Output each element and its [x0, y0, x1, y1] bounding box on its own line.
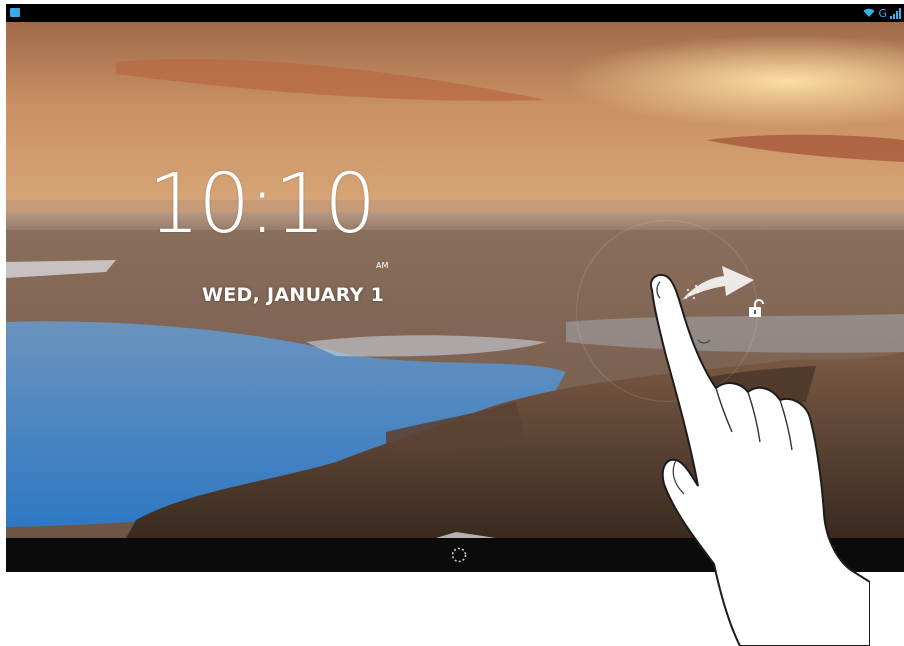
- clock-time: 10:10: [148, 157, 376, 252]
- status-bar: G: [6, 4, 904, 22]
- signal-icon: [890, 7, 902, 19]
- status-icons: G: [863, 5, 902, 21]
- wifi-icon: [863, 8, 875, 18]
- clock-ampm: AM: [376, 261, 389, 270]
- clock-date: WED, JANUARY 1: [202, 284, 385, 306]
- home-ring-icon[interactable]: [450, 546, 468, 564]
- pointing-hand-icon: [650, 274, 870, 646]
- network-type-label: G: [878, 6, 887, 20]
- notification-icon[interactable]: [10, 8, 20, 17]
